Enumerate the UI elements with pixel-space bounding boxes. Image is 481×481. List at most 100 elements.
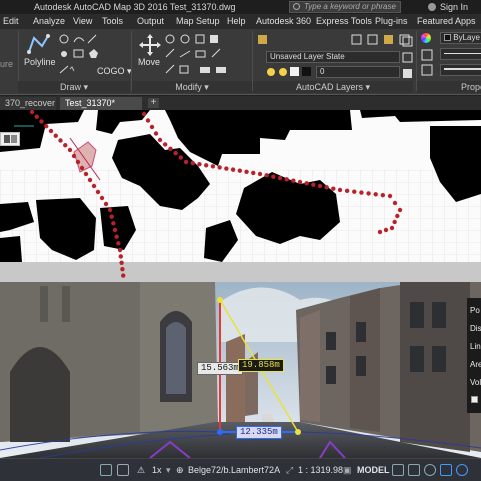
lock-icon[interactable]: ▣: [343, 463, 352, 478]
route-dot: [271, 174, 276, 179]
menu-output[interactable]: Output: [137, 14, 164, 29]
search-placeholder: Type a keyword or phrase: [304, 2, 396, 11]
menu-view[interactable]: View: [73, 14, 92, 29]
route-dot: [48, 128, 54, 134]
status-bar: ⚠ 1x ▾ ⊕ Belge72/b.Lambert72A ⤢ 1 : 1319…: [0, 458, 481, 481]
globe-icon[interactable]: ⊕: [176, 463, 184, 478]
route-dot: [331, 186, 336, 191]
ribbon: ure Polyline COGO ▾ Draw ▾ Move Modify ▾…: [0, 29, 481, 95]
menu-express-tools[interactable]: Express Tools: [316, 14, 372, 29]
color-select[interactable]: ByLaye: [440, 32, 481, 44]
route-dot: [352, 189, 357, 194]
menu-plug-ins[interactable]: Plug-ins: [375, 14, 408, 29]
route-dot: [87, 177, 93, 183]
measure-vertex[interactable]: [295, 429, 301, 435]
route-dot: [395, 213, 400, 219]
viewcube-face: [4, 135, 10, 143]
modify-tools-icons[interactable]: [164, 33, 240, 79]
layer-state-value: Unsaved Layer State: [270, 52, 345, 61]
route-dot: [337, 187, 343, 193]
linetype-select[interactable]: [440, 48, 481, 60]
measure-vertex[interactable]: [217, 297, 223, 303]
route-dot: [197, 161, 202, 167]
isolate-icon[interactable]: [424, 464, 436, 476]
draw-panel-footer[interactable]: Draw ▾: [18, 81, 130, 93]
menu-help[interactable]: Help: [227, 14, 246, 29]
layer-side-icons[interactable]: [402, 35, 414, 79]
route-dot: [392, 219, 397, 225]
viewcube-icon[interactable]: [0, 132, 20, 146]
workspace-icon[interactable]: [408, 464, 420, 476]
cogo-button[interactable]: COGO ▾: [97, 66, 132, 77]
polyline-button[interactable]: Polyline: [24, 57, 56, 67]
model-space-button[interactable]: MODEL: [357, 463, 390, 478]
route-dot: [29, 110, 35, 115]
route-dot: [304, 181, 309, 186]
layer-status-icons: [267, 67, 311, 76]
menu-featured-apps[interactable]: Featured Apps: [417, 14, 476, 29]
properties-side-icons[interactable]: [421, 48, 435, 78]
modify-panel-footer[interactable]: Modify ▾: [132, 81, 252, 93]
lineweight-select[interactable]: [440, 64, 481, 76]
window-title: Autodesk AutoCAD Map 3D 2016 Test_31370.…: [34, 2, 236, 12]
measure-vertex[interactable]: [217, 429, 223, 435]
route-dot: [119, 260, 124, 265]
new-tab-button[interactable]: +: [148, 98, 159, 108]
prop-checkbox[interactable]: [471, 396, 478, 403]
search-input[interactable]: Type a keyword or phrase: [289, 1, 401, 13]
color-swatch: [444, 34, 451, 42]
signin-button[interactable]: Sign In: [440, 0, 468, 14]
route-dot: [377, 229, 383, 235]
route-dot: [366, 191, 371, 196]
vertical-measure-label: 15.563m: [197, 362, 243, 375]
route-dot: [120, 267, 125, 272]
grid-icon[interactable]: [392, 464, 404, 476]
clean-screen-icon[interactable]: [456, 464, 468, 476]
hardware-accel-icon[interactable]: [440, 464, 452, 476]
tab-test-31370[interactable]: Test_31370*: [60, 97, 142, 110]
tab-recover[interactable]: 370_recover: [0, 97, 56, 110]
layer-tools-icons[interactable]: [256, 33, 416, 47]
polyline-icon[interactable]: [26, 32, 52, 56]
route-dot: [153, 131, 159, 136]
map-viewport[interactable]: [0, 110, 481, 282]
move-icon[interactable]: [138, 33, 162, 57]
menu-autodesk-360[interactable]: Autodesk 360: [256, 14, 311, 29]
map-drawing[interactable]: [0, 110, 481, 282]
layer-state-select[interactable]: Unsaved Layer State: [266, 51, 400, 63]
route-dot: [83, 171, 89, 177]
layer-select[interactable]: 0: [316, 66, 400, 78]
menu-map-setup[interactable]: Map Setup: [176, 14, 220, 29]
route-dot: [297, 179, 303, 185]
title-bar: Autodesk AutoCAD Map 3D 2016 Test_31370.…: [0, 0, 481, 14]
route-dot: [121, 273, 126, 278]
prop-area: Are: [470, 360, 481, 369]
route-dot: [63, 143, 68, 148]
properties-panel-footer[interactable]: Prope: [417, 81, 481, 93]
linetype-preview: [444, 53, 481, 54]
chevron-down-icon[interactable]: ▾: [166, 463, 171, 478]
menu-tools[interactable]: Tools: [102, 14, 123, 29]
snap-toggle-icon[interactable]: [117, 464, 129, 476]
route-dot: [145, 118, 151, 123]
menu-edit[interactable]: Edit: [3, 14, 19, 29]
map-scale[interactable]: 1 : 1319.98: [298, 463, 343, 478]
lineweight-preview: [444, 68, 481, 70]
prop-distance: Dis: [470, 324, 481, 333]
move-button[interactable]: Move: [138, 57, 160, 67]
menu-analyze[interactable]: Analyze: [33, 14, 65, 29]
grid-toggle-icon[interactable]: [100, 464, 112, 476]
route-dot: [251, 170, 256, 176]
coordinate-system[interactable]: Belge72/b.Lambert72A: [188, 463, 280, 478]
zoom-icon[interactable]: ⤢: [286, 463, 293, 478]
route-dot: [34, 114, 39, 119]
annotation-scale-icon[interactable]: ⚠: [137, 463, 145, 478]
street-photo-viewport[interactable]: 15.563m 19.858m 12.335m: [0, 282, 481, 458]
route-dot: [58, 138, 63, 143]
scale-factor[interactable]: 1x: [152, 463, 162, 478]
route-dot: [203, 163, 209, 168]
route-dot: [380, 192, 386, 198]
ribbon-cut-label: ure: [0, 59, 14, 69]
layers-panel-footer[interactable]: AutoCAD Layers ▾: [253, 81, 413, 93]
color-wheel-icon[interactable]: [421, 33, 431, 43]
